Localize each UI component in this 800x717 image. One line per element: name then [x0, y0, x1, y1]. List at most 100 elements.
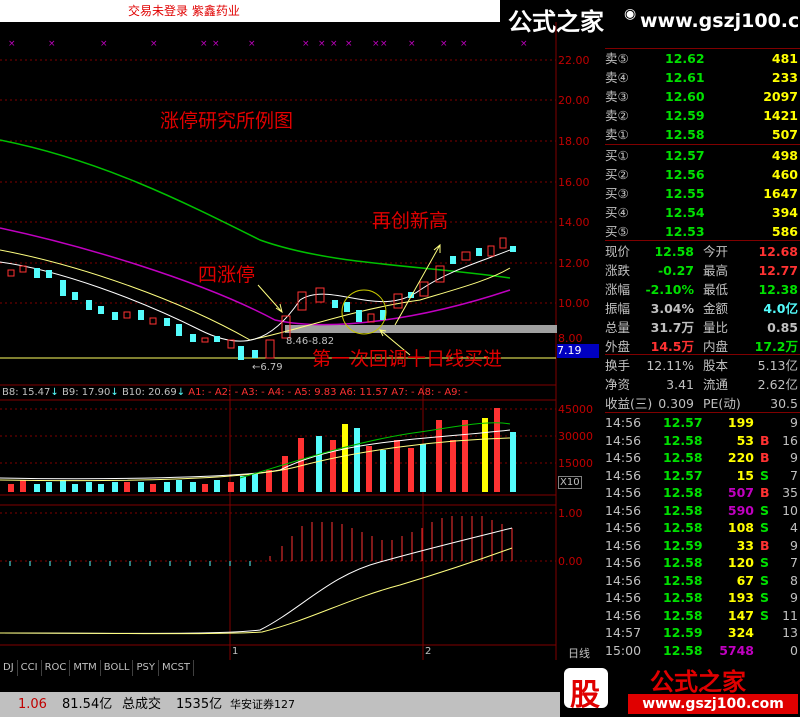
price-axis-label: 14.00	[558, 216, 590, 229]
ask-volume: 233	[771, 70, 798, 85]
low-price-label: ←6.79	[252, 362, 283, 373]
ask-row: 卖⑤ 12.62 481	[605, 49, 800, 68]
quote-value-1: -0.27	[657, 263, 694, 278]
svg-text:×: ×	[200, 39, 208, 49]
tick-price: 12.57	[663, 415, 703, 430]
quote-value-2: 17.2万	[754, 339, 798, 354]
bid-volume: 1647	[763, 186, 798, 201]
tick-volume: 120	[727, 555, 754, 570]
tick-count: 7	[790, 555, 798, 570]
tick-time: 14:56	[605, 502, 642, 518]
time-mark-2: 2	[425, 646, 432, 657]
tick-row: 14:57 12.59 324 13	[605, 624, 800, 641]
ask-label: 卖③	[605, 89, 629, 104]
bid-volume: 498	[771, 148, 798, 163]
bid-volume: 586	[771, 224, 798, 239]
ma-item: A2: -	[214, 387, 239, 398]
tick-row: 14:56 12.58 590 S 10	[605, 502, 800, 519]
fund-value-1: 3.41	[666, 377, 694, 392]
fund-label-2: 流通	[703, 377, 729, 392]
bid-label: 买①	[605, 148, 629, 163]
fund-value-2: 30.5	[770, 396, 798, 411]
chart-svg: × × × × × × × × × × × × × × × × ×	[0, 22, 557, 660]
ask-label: 卖②	[605, 108, 629, 123]
svg-text:×: ×	[100, 39, 108, 49]
quote-row: 总量 31.7万 量比 0.85	[605, 318, 800, 337]
tick-volume: 33	[736, 537, 754, 553]
tick-count: 10	[782, 502, 798, 518]
quote-value-2: 0.85	[767, 320, 798, 335]
tick-row: 14:56 12.58 193 S 9	[605, 589, 800, 606]
globe-icon: ◉	[624, 6, 637, 22]
period-label[interactable]: 日线	[568, 645, 590, 661]
tick-flag: B	[760, 450, 770, 465]
ma-item: A3: -	[241, 387, 265, 398]
tick-price: 12.58	[663, 450, 703, 465]
status-bar: 1.06 81.54亿 总成交 1535亿 华安证券127	[0, 692, 560, 717]
ma-item: A4: -	[267, 387, 292, 398]
tick-flag: S	[760, 590, 770, 605]
tab-mtm[interactable]: MTM	[70, 660, 101, 676]
tick-row: 14:56 12.57 199 9	[605, 414, 800, 431]
tick-count: 35	[782, 485, 798, 500]
tick-count: 11	[782, 607, 798, 623]
bid-volume: 460	[771, 167, 798, 182]
status-total-label: 总成交	[122, 697, 162, 712]
tick-time: 14:56	[605, 415, 642, 430]
quote-value-1: 14.5万	[650, 339, 694, 354]
tab-cci[interactable]: CCI	[18, 660, 42, 676]
annotation-new-high: 再创新高	[372, 210, 449, 232]
tick-time: 14:57	[605, 625, 642, 640]
quote-value-2: 12.38	[758, 282, 798, 297]
tick-flag: S	[760, 502, 770, 518]
quote-label-2: 最高	[703, 263, 729, 278]
tick-time: 14:56	[605, 432, 642, 448]
tab-roc[interactable]: ROC	[42, 660, 71, 676]
tick-row: 15:00 12.58 5748 0	[605, 642, 800, 659]
price-axis-label: 20.00	[558, 94, 590, 107]
quote-row: 涨跌 -0.27 最高 12.77	[605, 261, 800, 280]
quote-value-1: 12.58	[654, 244, 694, 259]
tab-boll[interactable]: BOLL	[101, 660, 134, 676]
svg-text:×: ×	[408, 39, 416, 49]
annotation-four-limit: 四涨停	[198, 264, 256, 286]
tick-price: 12.58	[663, 485, 703, 500]
quote-label-1: 振幅	[605, 301, 631, 316]
fund-label-1: 换手	[605, 358, 631, 373]
brand-url: www.gszj100.com	[640, 10, 800, 32]
bid-row: 买③ 12.55 1647	[605, 184, 800, 203]
quote-label-2: 内盘	[703, 339, 729, 354]
ask-row: 卖② 12.59 1421	[605, 106, 800, 125]
tick-volume: 199	[727, 415, 754, 430]
tick-row: 14:56 12.58 220 B 9	[605, 449, 800, 466]
price-axis-label: 18.00	[558, 135, 590, 148]
tab-psy[interactable]: PSY	[133, 660, 159, 676]
bottom-logo: 股 公式之家 www.gszj100.com	[560, 660, 800, 717]
tab-dj[interactable]: DJ	[0, 660, 18, 676]
tick-volume: 193	[727, 590, 754, 605]
tick-time: 14:56	[605, 572, 642, 588]
annotation-title: 涨停研究所例图	[160, 110, 294, 132]
range-price-label: 8.46-8.82	[286, 336, 335, 347]
tick-flag: S	[760, 520, 770, 535]
tab-mcst[interactable]: MCST	[159, 660, 195, 676]
bid-price: 12.55	[665, 186, 705, 201]
tick-price: 12.58	[663, 520, 703, 535]
ask-row: 卖① 12.58 507	[605, 125, 800, 144]
quote-label-2: 今开	[703, 244, 729, 259]
fund-row: 换手 12.11% 股本 5.13亿	[605, 356, 800, 375]
tick-count: 4	[790, 520, 798, 535]
fund-row: 净资 3.41 流通 2.62亿	[605, 375, 800, 394]
tick-volume: 220	[727, 450, 754, 465]
vol-axis-label: 15000	[558, 457, 593, 470]
bid-row: 买⑤ 12.53 586	[605, 222, 800, 241]
fund-value-2: 5.13亿	[757, 358, 798, 373]
fund-label-1: 净资	[605, 377, 631, 392]
tick-row: 14:56 12.59 33 B 9	[605, 537, 800, 554]
quote-value-1: 31.7万	[650, 320, 694, 335]
ma-item: B10: 20.69	[121, 387, 177, 398]
price-axis-label: 16.00	[558, 176, 590, 189]
quote-row: 外盘 14.5万 内盘 17.2万	[605, 337, 800, 356]
kline-chart[interactable]: × × × × × × × × × × × × × × × × × 涨停研究所例…	[0, 0, 600, 660]
ask-row: 卖③ 12.60 2097	[605, 87, 800, 106]
